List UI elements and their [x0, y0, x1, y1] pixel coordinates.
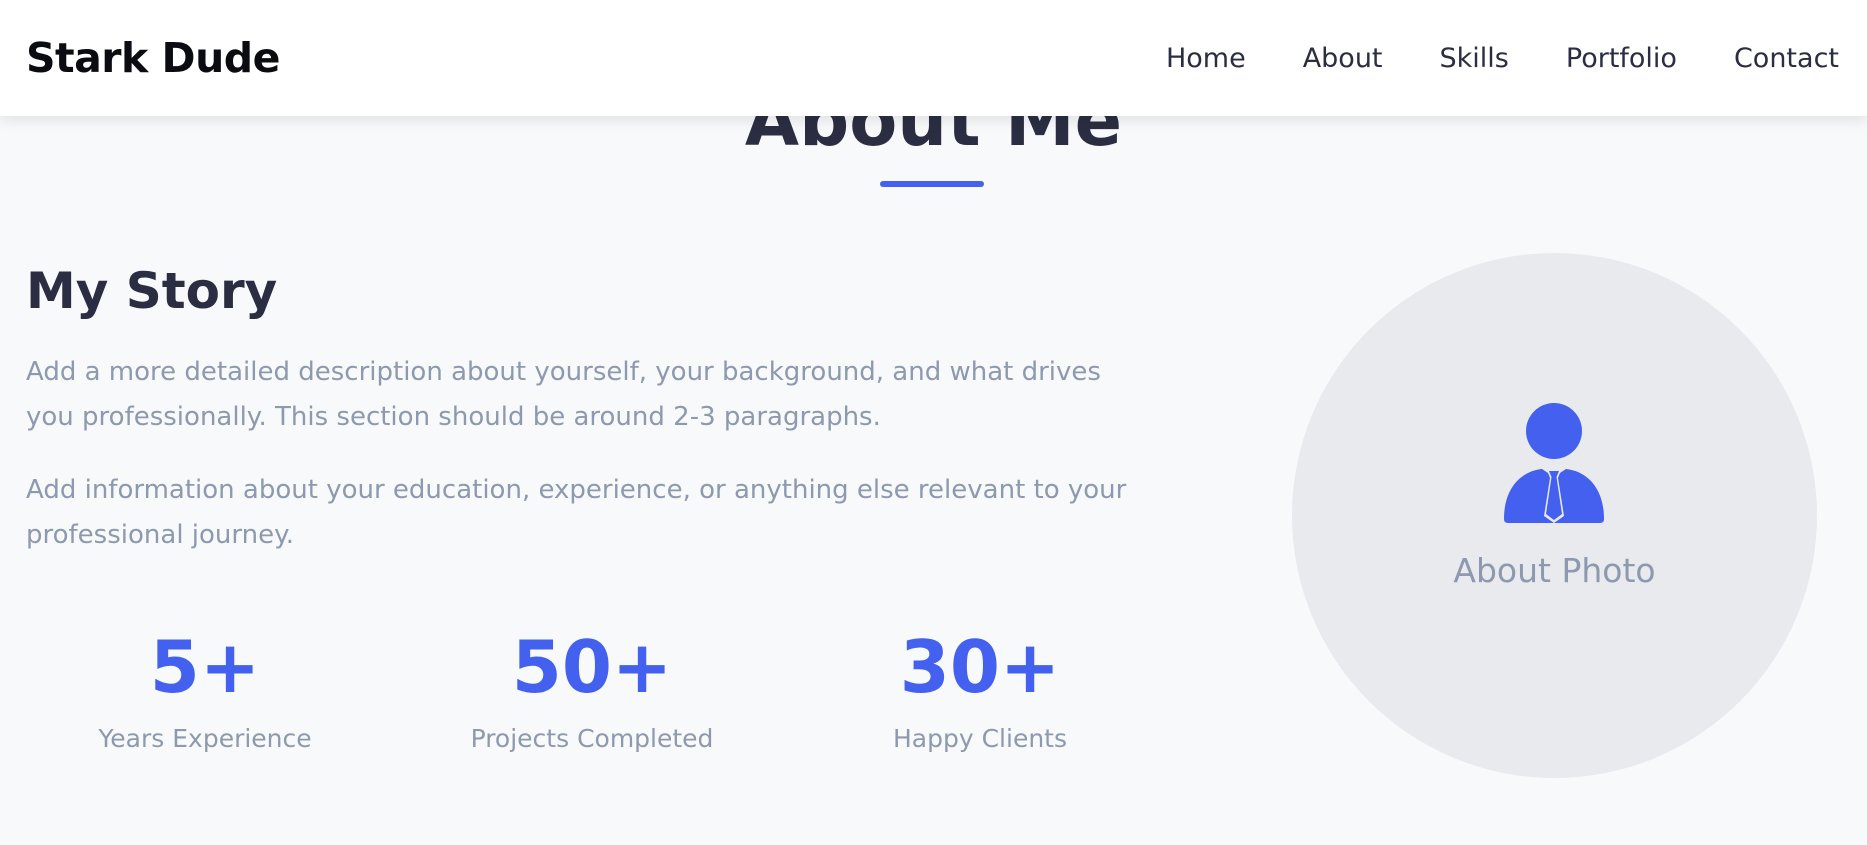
stat-value: 30+ — [899, 625, 1061, 709]
main-nav: Home About Skills Portfolio Contact — [1109, 43, 1839, 74]
title-underline — [880, 181, 984, 187]
nav-link-skills[interactable]: Skills — [1440, 43, 1509, 74]
stat-happy-clients: 30+ Happy Clients — [815, 622, 1145, 753]
story-paragraph-1: Add a more detailed description about yo… — [26, 357, 1101, 432]
about-photo-placeholder: About Photo — [1292, 253, 1817, 778]
stat-years-experience: 5+ Years Experience — [40, 622, 370, 753]
story-heading: My Story — [26, 262, 278, 320]
stat-value: 50+ — [511, 625, 673, 709]
nav-link-about[interactable]: About — [1303, 43, 1383, 74]
nav-link-portfolio[interactable]: Portfolio — [1566, 43, 1677, 74]
user-tie-icon — [1504, 403, 1604, 523]
brand-logo[interactable]: Stark Dude — [26, 34, 280, 82]
about-photo-label: About Photo — [1453, 551, 1656, 590]
nav-link-contact[interactable]: Contact — [1734, 43, 1839, 74]
stat-label: Projects Completed — [470, 724, 714, 753]
site-header: Stark Dude Home About Skills Portfolio C… — [0, 0, 1867, 116]
stat-projects-completed: 50+ Projects Completed — [427, 622, 757, 753]
story-paragraph-2: Add information about your education, ex… — [26, 475, 1127, 550]
stat-label: Happy Clients — [893, 724, 1067, 753]
stat-value: 5+ — [149, 625, 261, 709]
nav-link-home[interactable]: Home — [1166, 43, 1246, 74]
stat-label: Years Experience — [98, 724, 312, 753]
